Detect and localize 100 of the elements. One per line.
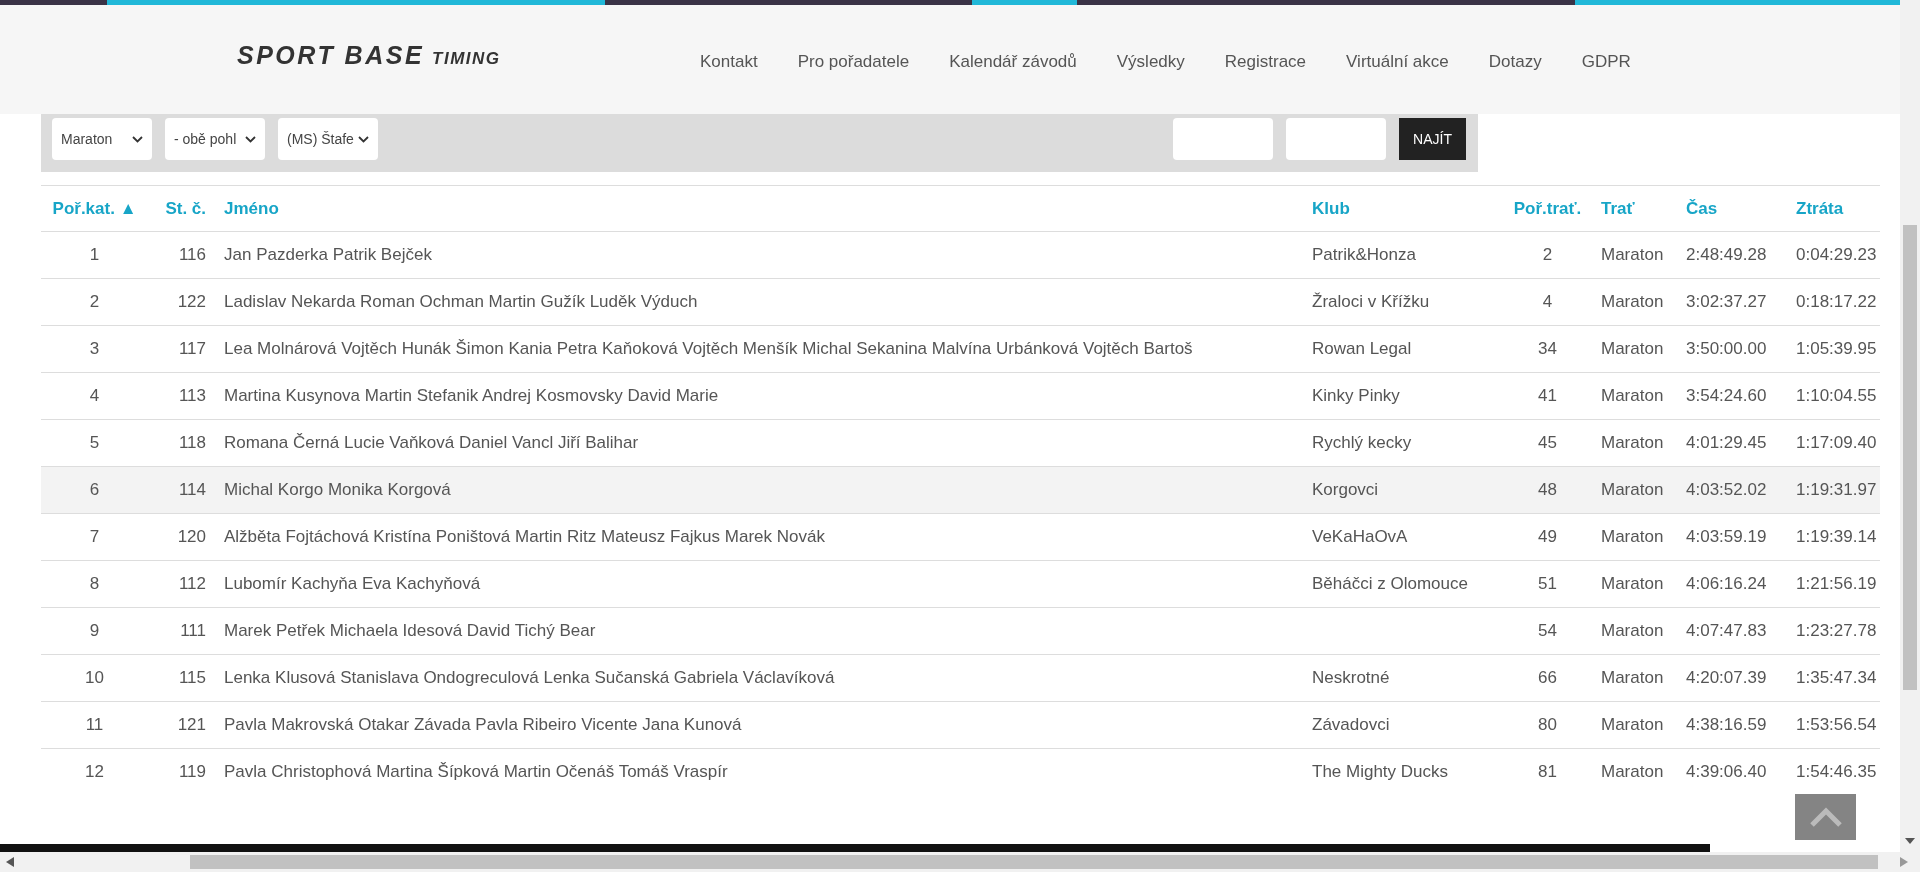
- table-cell: 4:01:29.45: [1686, 433, 1767, 452]
- table-cell: 119: [178, 762, 206, 782]
- table-cell: 4:38:16.59: [1686, 715, 1767, 734]
- table-cell: 54: [1538, 621, 1557, 640]
- table-cell: Závadovci: [1312, 715, 1390, 734]
- caret-icon[interactable]: [132, 135, 143, 143]
- table-cell: 3:50:00.00: [1686, 339, 1767, 358]
- dropdown[interactable]: - obě pohl: [165, 118, 265, 160]
- table-cell: 113: [178, 386, 206, 405]
- table-row[interactable]: 6 114 Michal Korgo Monika Korgová Korgovci 48 Maraton 4:03:52.02 1:19:31.97: [41, 466, 1880, 514]
- table-cell: 7: [89, 527, 100, 546]
- table-cell: Rowan Legal: [1312, 339, 1412, 358]
- logo[interactable]: SPORT BASE TIMING: [237, 41, 637, 70]
- input-field[interactable]: [1286, 118, 1386, 160]
- nav-link[interactable]: GDPR: [1581, 51, 1631, 72]
- table-cell: 9: [89, 621, 100, 640]
- table-cell: Maraton: [1601, 527, 1664, 546]
- search-button[interactable]: NAJÍT: [1399, 118, 1466, 160]
- table-cell: Jan Pazderka Patrik Bejček: [224, 245, 432, 264]
- nav-link[interactable]: Registrace: [1224, 51, 1307, 72]
- table-cell: Lenka Klusová Stanislava Ondogreculová Lenka Sučanská Gabriela Václavíková: [224, 668, 835, 687]
- scroll-to-top-button[interactable]: [1795, 794, 1856, 840]
- nav-link[interactable]: Výsledky: [1116, 51, 1185, 72]
- table-cell: 66: [1538, 668, 1557, 687]
- table-cell: 121: [177, 715, 206, 734]
- down-arrow-icon[interactable]: [1905, 838, 1915, 844]
- table-cell: 5: [89, 433, 100, 452]
- table-cell: 1:19:31.97: [1796, 480, 1877, 499]
- table-cell: 11: [85, 715, 104, 734]
- table-cell: 115: [178, 668, 206, 687]
- table-cell: Maraton: [1601, 339, 1664, 358]
- table-cell: Martina Kusynova Martin Stefanik Andrej Kosmovsky David Marie: [224, 386, 719, 405]
- table-cell: 1:10:04.55: [1796, 386, 1877, 405]
- table-cell: 122: [177, 292, 206, 311]
- table-row[interactable]: 5 118 Romana Černá Lucie Vaňková Daniel Vancl Jiří Balihar Rychlý kecky 45 Maraton 4:01:29.45 1:17:09.40: [41, 419, 1880, 467]
- table-row[interactable]: 2 122 Ladislav Nekarda Roman Ochman Martin Gužík Luděk Výduch Žraloci v Křížku 4 Maraton 3:02:37.27 0:18:17.22: [41, 278, 1880, 326]
- dropdown[interactable]: Maraton: [52, 118, 152, 160]
- table-row[interactable]: 1 116 Jan Pazderka Patrik Bejček Patrik&Honza 2 Maraton 2:48:49.28 0:04:29.23: [41, 231, 1880, 279]
- table-cell: VeKaHaOvA: [1312, 527, 1408, 546]
- table-cell: Lubomír Kachyňa Eva Kachyňová: [224, 574, 481, 593]
- table-cell: Patrik&Honza: [1312, 245, 1416, 264]
- table-cell: 0:18:17.22: [1796, 292, 1877, 311]
- table-cell: 3: [89, 339, 100, 358]
- horizontal-scrollbar[interactable]: [0, 852, 1920, 872]
- table-row[interactable]: 8 112 Lubomír Kachyňa Eva Kachyňová Běháčci z Olomouce 51 Maraton 4:06:16.24 1:21:56.19: [41, 560, 1880, 608]
- table-cell: Maraton: [1601, 715, 1664, 734]
- table-cell: 6: [89, 480, 100, 499]
- table-cell: Maraton: [1601, 480, 1664, 499]
- table-cell: Pavla Christophová Martina Šípková Martin Očenáš Tomáš Vraspír: [224, 762, 728, 782]
- table-row[interactable]: 10 115 Lenka Klusová Stanislava Ondogreculová Lenka Sučanská Gabriela Václavíková Neskrotné 66 Maraton 4:20:07.39 1:35:47.34: [41, 654, 1880, 702]
- table-row[interactable]: 4 113 Martina Kusynova Martin Stefanik Andrej Kosmovsky David Marie Kinky Pinky 41 Maraton 3:54:24.60 1:10:04.55: [41, 372, 1880, 420]
- table-cell: Žraloci v Křížku: [1312, 292, 1430, 311]
- table-cell: 3:02:37.27: [1686, 292, 1767, 311]
- table-cell: 4:03:59.19: [1686, 527, 1767, 546]
- table-cell: 4:06:16.24: [1686, 574, 1767, 593]
- table-cell: 4: [89, 386, 100, 405]
- table-cell: 10: [85, 668, 104, 687]
- table-cell: 1:17:09.40: [1796, 433, 1877, 452]
- table-cell: Maraton: [1601, 386, 1664, 405]
- caret-icon[interactable]: [245, 135, 256, 143]
- table-row[interactable]: 7 120 Alžběta Fojtáchová Kristína Poništová Martin Ritz Mateusz Fajkus Marek Novák VeKaHaOvA 49 Maraton 4:03:59.19 1:19:39.14: [41, 513, 1880, 561]
- table-cell: 0:04:29.23: [1796, 245, 1877, 264]
- table-cell: 41: [1538, 386, 1557, 405]
- table-cell: Romana Černá Lucie Vaňková Daniel Vancl Jiří Balihar: [224, 433, 639, 452]
- table-cell: 2:48:49.28: [1686, 245, 1767, 264]
- table-cell: Marek Petřek Michaela Idesová David Tichý Bear: [224, 621, 596, 640]
- table-cell: Lea Molnárová Vojtěch Hunák Šimon Kania Petra Kaňoková Vojtěch Menšík Michal Sekanina Malvína Urbánková Vojtěch Bartoš: [224, 339, 1193, 358]
- left-arrow-icon[interactable]: [6, 857, 14, 867]
- nav-link[interactable]: Virtuální akce: [1346, 51, 1449, 72]
- table-cell: 4:39:06.40: [1686, 762, 1767, 782]
- right-arrow-icon[interactable]: [1900, 857, 1908, 867]
- nav-link[interactable]: Kontakt: [700, 51, 758, 72]
- nav-link[interactable]: Dotazy: [1488, 51, 1542, 72]
- table-cell: Maraton: [1601, 762, 1664, 782]
- table-cell: Korgovci: [1312, 480, 1379, 499]
- vertical-scrollbar[interactable]: [1900, 0, 1920, 852]
- nav-link[interactable]: Kalendář závodů: [949, 51, 1077, 72]
- table-row[interactable]: 3 117 Lea Molnárová Vojtěch Hunák Šimon Kania Petra Kaňoková Vojtěch Menšík Michal Sekanina Malvína Urbánková Vojtěch Bartoš Rowan Legal 34 Maraton 3:50:00.00 1:05:39.95: [41, 325, 1880, 373]
- caret-icon[interactable]: [358, 135, 369, 143]
- table-row[interactable]: 12 119 Pavla Christophová Martina Šípková Martin Očenáš Tomáš Vraspír The Mighty Ducks 81 Maraton 4:39:06.40 1:54:46.35: [41, 748, 1880, 796]
- table-cell: 2: [89, 292, 100, 311]
- table-cell: 111: [180, 621, 206, 640]
- table-cell: Ladislav Nekarda Roman Ochman Martin Gužík Luděk Výduch: [224, 292, 698, 311]
- table-cell: 4:20:07.39: [1686, 668, 1767, 687]
- table-cell: 118: [178, 433, 206, 452]
- table-cell: Neskrotné: [1312, 668, 1390, 687]
- table-cell: 3:54:24.60: [1686, 386, 1767, 405]
- table-cell: 1:54:46.35: [1796, 762, 1877, 782]
- table-row[interactable]: 9 111 Marek Petřek Michaela Idesová David Tichý Bear 54 Maraton 4:07:47.83 1:23:27.78: [41, 607, 1880, 655]
- table-cell: 81: [1538, 762, 1557, 782]
- table-row[interactable]: 11 121 Pavla Makrovská Otakar Závada Pavla Ribeiro Vicente Jana Kunová Závadovci 80 Maraton 4:38:16.59 1:53:56.54: [41, 701, 1880, 749]
- dropdown[interactable]: (MS) Štafe: [278, 118, 378, 160]
- table-cell: 8: [89, 574, 100, 593]
- table-cell: 1: [89, 245, 100, 264]
- table-cell: Pavla Makrovská Otakar Závada Pavla Ribeiro Vicente Jana Kunová: [224, 715, 742, 734]
- input-field[interactable]: [1173, 118, 1273, 160]
- table-cell: 1:21:56.19: [1796, 574, 1877, 593]
- table-cell: Maraton: [1601, 433, 1664, 452]
- table-cell: 120: [177, 527, 206, 546]
- nav-link[interactable]: Pro pořadatele: [797, 51, 910, 72]
